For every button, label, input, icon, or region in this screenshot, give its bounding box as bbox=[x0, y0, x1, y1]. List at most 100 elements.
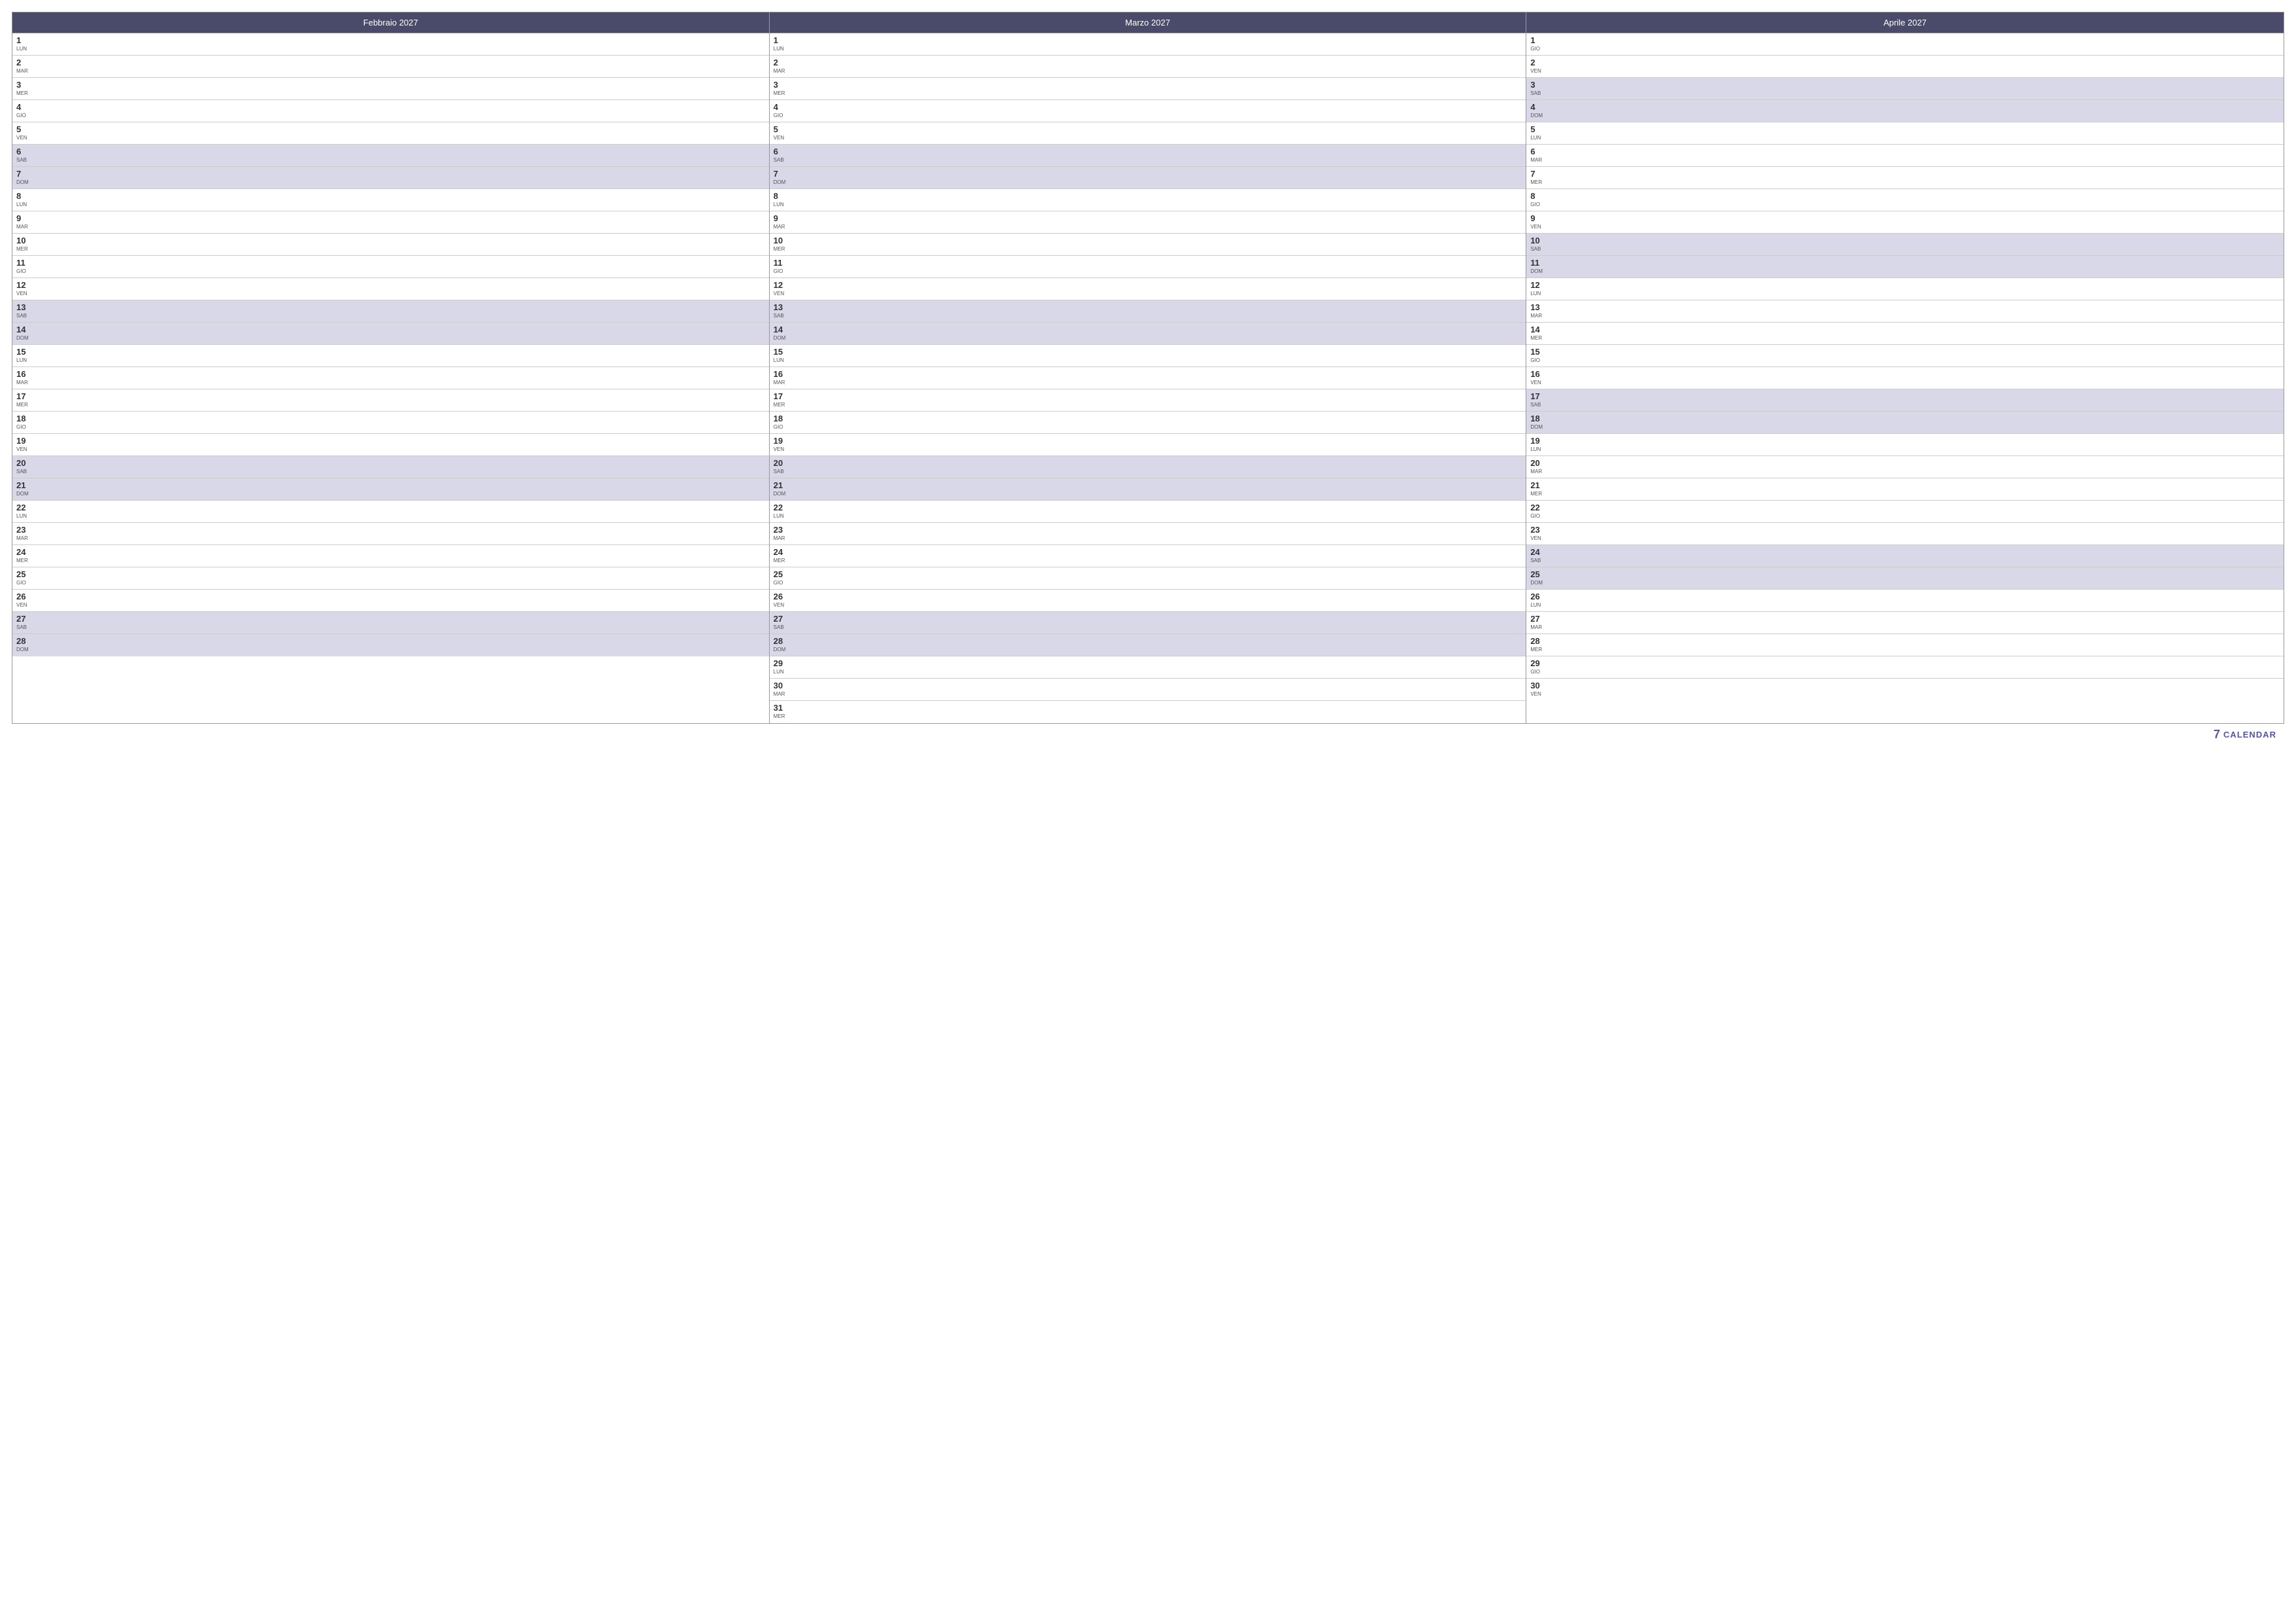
day-name: SAB bbox=[16, 625, 29, 630]
day-info: 30VEN bbox=[1530, 681, 1543, 697]
day-info: 24SAB bbox=[1530, 547, 1543, 563]
day-number: 30 bbox=[774, 681, 787, 691]
day-info: 10MER bbox=[774, 236, 787, 252]
day-number: 21 bbox=[774, 480, 787, 491]
day-number: 16 bbox=[774, 369, 787, 380]
day-number: 12 bbox=[16, 280, 29, 291]
day-number: 16 bbox=[1530, 369, 1543, 380]
day-row: 15GIO bbox=[1526, 345, 2284, 367]
day-number: 20 bbox=[774, 458, 787, 469]
day-number: 8 bbox=[774, 191, 787, 202]
day-row: 7DOM bbox=[12, 167, 769, 189]
day-info: 24MER bbox=[16, 547, 29, 563]
day-name: VEN bbox=[1530, 380, 1543, 385]
day-number: 4 bbox=[774, 102, 787, 113]
day-info: 7DOM bbox=[16, 169, 29, 185]
day-name: SAB bbox=[1530, 402, 1543, 408]
day-info: 7MER bbox=[1530, 169, 1543, 185]
day-number: 4 bbox=[1530, 102, 1543, 113]
day-name: MER bbox=[16, 402, 29, 408]
day-info: 10MER bbox=[16, 236, 29, 252]
day-row: 6SAB bbox=[770, 145, 1526, 167]
day-info: 13SAB bbox=[16, 302, 29, 319]
day-row: 18GIO bbox=[12, 412, 769, 434]
day-info: 14DOM bbox=[774, 325, 787, 341]
day-info: 16VEN bbox=[1530, 369, 1543, 385]
day-name: MAR bbox=[16, 380, 29, 385]
day-info: 4GIO bbox=[16, 102, 29, 118]
day-number: 19 bbox=[1530, 436, 1543, 446]
day-row: 14DOM bbox=[12, 323, 769, 345]
day-number: 2 bbox=[16, 58, 29, 68]
month-col-1: Marzo 20271LUN2MAR3MER4GIO5VEN6SAB7DOM8L… bbox=[770, 12, 1527, 723]
day-number: 9 bbox=[16, 213, 29, 224]
watermark-icon: 7 bbox=[2214, 728, 2221, 741]
day-name: MAR bbox=[774, 224, 787, 230]
day-row: 3SAB bbox=[1526, 78, 2284, 100]
day-name: VEN bbox=[1530, 536, 1543, 541]
day-info: 16MAR bbox=[774, 369, 787, 385]
day-number: 24 bbox=[16, 547, 29, 558]
day-name: GIO bbox=[774, 113, 787, 118]
day-number: 6 bbox=[774, 147, 787, 157]
day-info: 20SAB bbox=[16, 458, 29, 474]
day-row: 29LUN bbox=[770, 656, 1526, 679]
day-info: 17MER bbox=[774, 391, 787, 408]
day-row: 3MER bbox=[12, 78, 769, 100]
day-info: 19LUN bbox=[1530, 436, 1543, 452]
day-row: 8LUN bbox=[770, 189, 1526, 211]
day-row: 13MAR bbox=[1526, 300, 2284, 323]
day-row: 17MER bbox=[12, 389, 769, 412]
day-number: 15 bbox=[1530, 347, 1543, 357]
day-name: LUN bbox=[1530, 135, 1543, 141]
day-number: 23 bbox=[16, 525, 29, 535]
day-name: SAB bbox=[774, 313, 787, 319]
day-name: MAR bbox=[1530, 158, 1543, 163]
day-name: GIO bbox=[774, 580, 787, 586]
day-info: 28DOM bbox=[774, 636, 787, 652]
day-name: MAR bbox=[774, 69, 787, 74]
day-number: 5 bbox=[1530, 124, 1543, 135]
day-info: 27SAB bbox=[16, 614, 29, 630]
day-row: 4DOM bbox=[1526, 100, 2284, 122]
day-info: 13SAB bbox=[774, 302, 787, 319]
day-number: 20 bbox=[16, 458, 29, 469]
day-row: 6SAB bbox=[12, 145, 769, 167]
day-number: 27 bbox=[16, 614, 29, 624]
day-info: 20SAB bbox=[774, 458, 787, 474]
day-row: 9VEN bbox=[1526, 211, 2284, 234]
day-number: 5 bbox=[774, 124, 787, 135]
day-name: GIO bbox=[16, 425, 29, 430]
day-info: 3SAB bbox=[1530, 80, 1543, 96]
day-row: 5LUN bbox=[1526, 122, 2284, 145]
day-info: 21MER bbox=[1530, 480, 1543, 497]
day-info: 14MER bbox=[1530, 325, 1543, 341]
day-name: VEN bbox=[1530, 692, 1543, 697]
day-name: SAB bbox=[774, 158, 787, 163]
day-number: 17 bbox=[1530, 391, 1543, 402]
day-number: 27 bbox=[1530, 614, 1543, 624]
day-row: 16MAR bbox=[770, 367, 1526, 389]
day-row: 28DOM bbox=[770, 634, 1526, 656]
day-row: 16VEN bbox=[1526, 367, 2284, 389]
day-info: 21DOM bbox=[774, 480, 787, 497]
day-number: 30 bbox=[1530, 681, 1543, 691]
day-info: 9VEN bbox=[1530, 213, 1543, 230]
day-row: 25GIO bbox=[12, 567, 769, 590]
day-number: 10 bbox=[774, 236, 787, 246]
day-number: 18 bbox=[774, 414, 787, 424]
day-number: 24 bbox=[774, 547, 787, 558]
day-row: 22LUN bbox=[770, 501, 1526, 523]
day-number: 10 bbox=[1530, 236, 1543, 246]
day-info: 29GIO bbox=[1530, 658, 1543, 675]
day-name: LUN bbox=[16, 358, 29, 363]
day-info: 5VEN bbox=[774, 124, 787, 141]
day-name: VEN bbox=[16, 603, 29, 608]
day-row: 2MAR bbox=[12, 56, 769, 78]
day-info: 2MAR bbox=[774, 58, 787, 74]
day-row: 23MAR bbox=[12, 523, 769, 545]
day-row: 14MER bbox=[1526, 323, 2284, 345]
month-header-2: Aprile 2027 bbox=[1526, 12, 2284, 33]
day-info: 15LUN bbox=[774, 347, 787, 363]
day-row: 9MAR bbox=[12, 211, 769, 234]
